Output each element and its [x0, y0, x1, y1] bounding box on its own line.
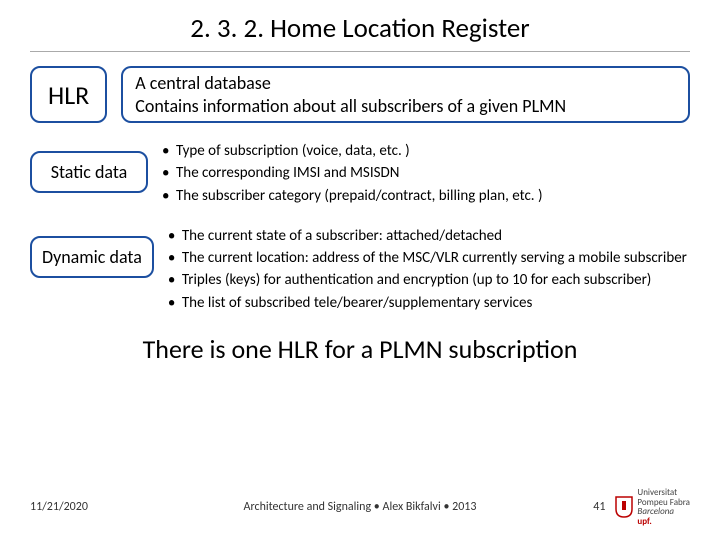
static-section: Static data Type of subscription (voice,…: [30, 141, 690, 208]
static-bullets: Type of subscription (voice, data, etc. …: [162, 141, 690, 208]
hlr-box: HLR: [30, 66, 107, 123]
list-item: The subscriber category (prepaid/contrac…: [162, 186, 690, 206]
list-item: The current state of a subscriber: attac…: [168, 226, 690, 246]
dynamic-section: Dynamic data The current state of a subs…: [30, 226, 690, 315]
static-label-box: Static data: [30, 151, 148, 193]
page-number: 41: [593, 500, 605, 514]
summary-text: There is one HLR for a PLMN subscription: [30, 333, 690, 365]
list-item: The current location: address of the MSC…: [168, 248, 690, 268]
dynamic-label-box: Dynamic data: [30, 236, 154, 278]
intro-line-1: A central database: [135, 72, 676, 95]
slide-title: 2. 3. 2. Home Location Register: [0, 0, 720, 51]
upf-logo: Universitat Pompeu Fabra Barcelona upf.: [615, 488, 690, 526]
intro-text-box: A central database Contains information …: [121, 66, 690, 123]
footer-right: 41 Universitat Pompeu Fabra Barcelona up…: [593, 488, 690, 526]
footer: 11/21/2020 Architecture and Signaling • …: [0, 488, 720, 526]
logo-short: upf.: [637, 517, 690, 526]
list-item: The corresponding IMSI and MSISDN: [162, 163, 690, 183]
logo-text: Universitat Pompeu Fabra Barcelona upf.: [637, 488, 690, 526]
dynamic-bullets: The current state of a subscriber: attac…: [168, 226, 690, 315]
shield-icon: [615, 496, 633, 518]
footer-center: Architecture and Signaling • Alex Bikfal…: [244, 500, 477, 514]
list-item: Triples (keys) for authentication and en…: [168, 270, 690, 290]
intro-line-2: Contains information about all subscribe…: [135, 95, 676, 118]
list-item: The list of subscribed tele/bearer/suppl…: [168, 293, 690, 313]
title-divider: [30, 51, 690, 52]
intro-row: HLR A central database Contains informat…: [30, 66, 690, 123]
list-item: Type of subscription (voice, data, etc. …: [162, 141, 690, 161]
footer-date: 11/21/2020: [30, 500, 88, 514]
